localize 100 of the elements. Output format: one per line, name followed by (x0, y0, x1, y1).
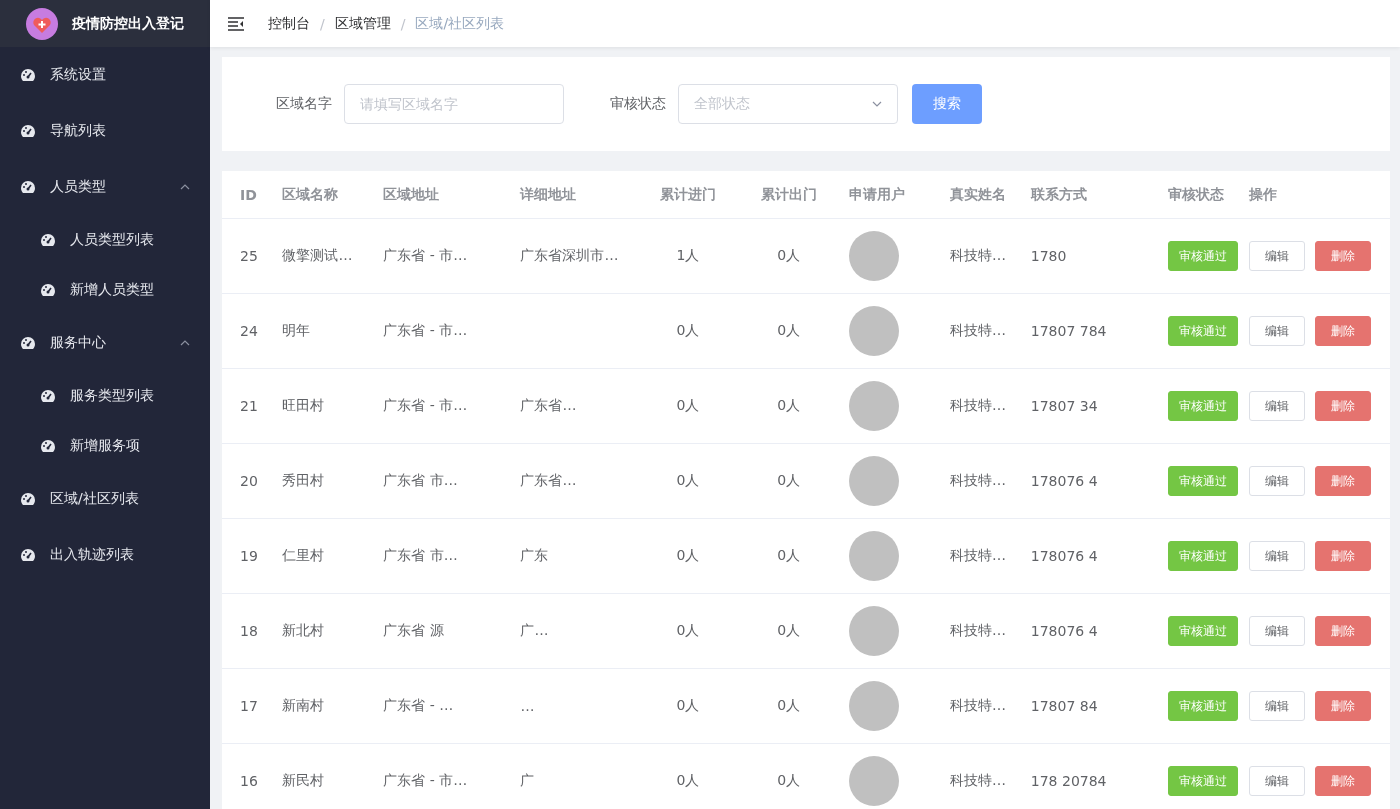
table-cell: 科技特… (940, 368, 1021, 444)
table-cell: 0人 (637, 668, 739, 744)
column-header: 真实姓名 (940, 171, 1021, 219)
table-cell: 0人 (637, 368, 739, 444)
table-cell: 0人 (738, 218, 840, 294)
sidebar-subitem[interactable]: 新增服务项 (0, 421, 210, 471)
column-header: 累计出门 (738, 171, 840, 219)
table-cell: 科技特… (940, 743, 1021, 809)
dashboard-icon (40, 439, 56, 453)
table-cell: 广东省 源 (373, 593, 511, 669)
app-title: 疫情防控出入登记 (72, 14, 184, 33)
table-cell: 新北村 (272, 593, 374, 669)
table-cell: 178076 4 (1020, 593, 1158, 669)
table-cell: 0人 (738, 443, 840, 519)
sidebar-item[interactable]: 出入轨迹列表 (0, 527, 210, 583)
edit-button[interactable]: 编辑 (1248, 541, 1305, 571)
dashboard-icon (20, 336, 36, 350)
table-cell: 178 20784 (1020, 743, 1158, 809)
edit-button[interactable]: 编辑 (1248, 691, 1305, 721)
sidebar-subitem[interactable]: 新增人员类型 (0, 265, 210, 315)
edit-button[interactable]: 编辑 (1248, 616, 1305, 646)
table-cell: 广东省 - 市… (373, 743, 511, 809)
table-cell: 18 (222, 593, 273, 669)
table-cell: 科技特… (940, 668, 1021, 744)
table-cell: 秀田村 (272, 443, 374, 519)
table-cell: 0人 (637, 443, 739, 519)
table-cell: 广东省 - … (373, 668, 511, 744)
table-cell: 0人 (637, 743, 739, 809)
table-cell: 0人 (738, 368, 840, 444)
table-cell: 仁里村 (272, 518, 374, 594)
edit-button[interactable]: 编辑 (1248, 391, 1305, 421)
sidebar-subitem[interactable]: 人员类型列表 (0, 215, 210, 265)
edit-button[interactable]: 编辑 (1248, 241, 1305, 271)
table-cell: 17 (222, 668, 273, 744)
column-header: 区域地址 (373, 171, 511, 219)
sidebar-subitem[interactable]: 服务类型列表 (0, 371, 210, 421)
user-avatar (849, 456, 900, 506)
column-header: 区域名称 (272, 171, 374, 219)
table-cell: 178076 4 (1020, 443, 1158, 519)
table-cell: 广东省… (510, 443, 638, 519)
column-header: 累计进门 (637, 171, 739, 219)
breadcrumb-separator: / (320, 15, 325, 32)
area-name-field[interactable]: 请填写区域名字 (344, 84, 564, 124)
table-cell: 微擎测试… (272, 218, 374, 294)
table-cell: 广东 (510, 518, 638, 594)
breadcrumb-link[interactable]: 控制台 (268, 14, 310, 33)
table-cell: 178076 4 (1020, 518, 1158, 594)
table-cell: 新南村 (272, 668, 374, 744)
table-cell: 1780 (1020, 218, 1158, 294)
table-cell: 旺田村 (272, 368, 374, 444)
table-cell: 新民村 (272, 743, 374, 809)
table-cell: 0人 (637, 593, 739, 669)
sidebar-item[interactable]: 区域/社区列表 (0, 471, 210, 527)
table-cell: 0人 (738, 668, 840, 744)
user-avatar (849, 231, 900, 281)
table-cell: 广 (510, 743, 638, 809)
edit-button[interactable]: 编辑 (1248, 766, 1305, 796)
table-cell: 0人 (738, 293, 840, 369)
table-cell: 0人 (738, 593, 840, 669)
column-header: 审核状态 (1157, 171, 1239, 219)
breadcrumb-link[interactable]: 区域管理 (334, 14, 391, 33)
table-cell: 17807 84 (1020, 668, 1158, 744)
user-avatar (849, 606, 900, 656)
table-cell: 19 (222, 518, 273, 594)
table-cell: 广… (510, 593, 638, 669)
table-cell: 0人 (738, 743, 840, 809)
table-cell: 科技特… (940, 518, 1021, 594)
table-cell: 17807 784 (1020, 293, 1158, 369)
edit-button[interactable]: 编辑 (1248, 316, 1305, 346)
breadcrumb-separator: / (400, 15, 406, 32)
table-cell: 广东省 - 市… (373, 218, 511, 294)
table-cell: 17807 34 (1020, 368, 1158, 444)
table-cell: 广东省 市… (373, 518, 511, 594)
column-header: 详细地址 (510, 171, 638, 219)
table-cell: 广东省 - 市… (373, 293, 511, 369)
user-avatar (849, 381, 900, 431)
column-header: 联系方式 (1020, 171, 1158, 219)
table-cell: … (510, 668, 638, 744)
table-cell: 广东省深圳市… (510, 218, 638, 294)
menu-icon[interactable] (228, 16, 244, 31)
sidebar-item[interactable]: 导航列表 (0, 103, 210, 159)
field-label: 审核状态 (610, 95, 666, 113)
sidebar-item[interactable]: 系统设置 (0, 47, 210, 103)
table-cell: 科技特… (940, 218, 1021, 294)
table-cell: 0人 (637, 293, 739, 369)
table-cell: 明年 (272, 293, 374, 369)
edit-button[interactable]: 编辑 (1248, 466, 1305, 496)
user-avatar (849, 756, 900, 806)
dashboard-icon (20, 124, 36, 138)
table-cell: 0人 (738, 518, 840, 594)
dashboard-icon (20, 492, 36, 506)
dashboard-icon (20, 180, 36, 194)
column-header: 操作 (1238, 171, 1390, 219)
table-cell: 广东省… (510, 368, 638, 444)
table-cell: 1人 (637, 218, 739, 294)
column-header: 申请用户 (839, 171, 941, 219)
table-cell: 20 (222, 443, 273, 519)
sidebar-item[interactable]: 服务中心 (0, 315, 210, 371)
sidebar-item[interactable]: 人员类型 (0, 159, 210, 215)
table-cell: 21 (222, 368, 273, 444)
